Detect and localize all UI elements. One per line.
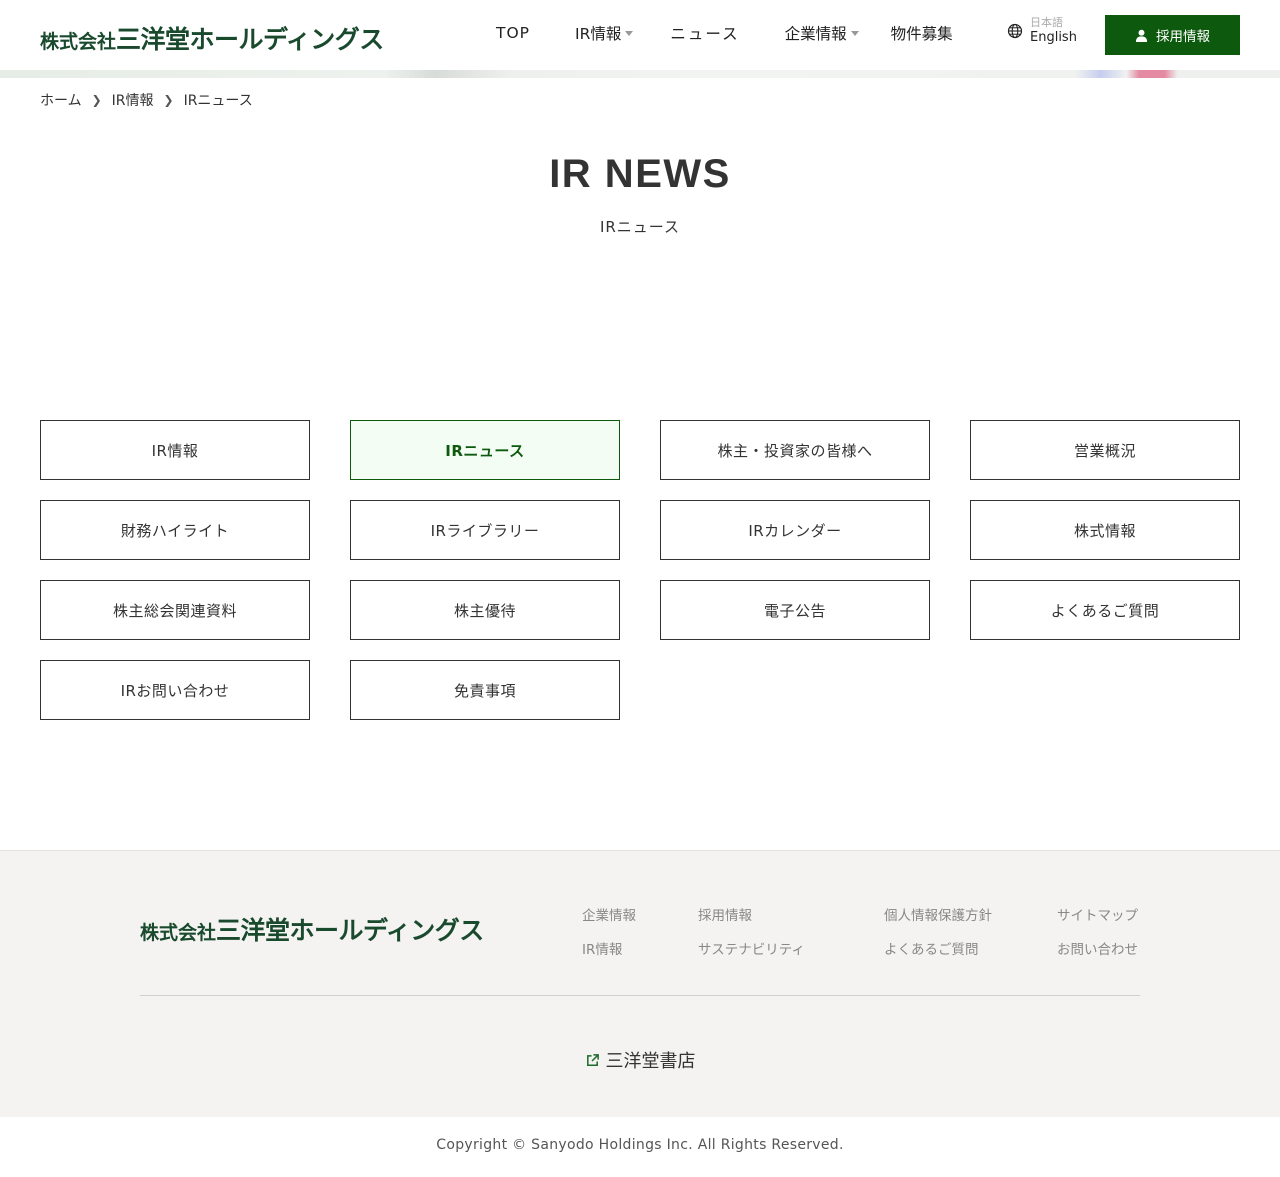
menu-button[interactable]: よくあるご質問 <box>970 580 1240 640</box>
menu-button-label: IRカレンダー <box>748 521 842 540</box>
site-footer: 株式会社 三洋堂ホールディングス 企業情報 IR情報 採用情報 サステナビリティ… <box>0 850 1280 1117</box>
external-link-icon <box>586 1053 599 1066</box>
site-logo[interactable]: 株式会社 三洋堂ホールディングス <box>40 20 384 56</box>
page-title: IR NEWS <box>549 152 731 196</box>
breadcrumb-home[interactable]: ホーム <box>40 90 82 110</box>
menu-button[interactable]: 営業概況 <box>970 420 1240 480</box>
menu-button-label: 株主総会関連資料 <box>112 601 237 620</box>
nav-item-news[interactable]: ニュース <box>670 22 739 44</box>
page-subtitle: IRニュース <box>599 218 681 236</box>
menu-button[interactable]: IR情報 <box>40 420 310 480</box>
nav-label: TOP <box>496 24 531 42</box>
recruit-button[interactable]: 採用情報 <box>1105 15 1240 55</box>
menu-button[interactable]: 財務ハイライト <box>40 500 310 560</box>
menu-button[interactable]: 株主総会関連資料 <box>40 580 310 640</box>
footer-link-faq[interactable]: よくあるご質問 <box>884 938 979 958</box>
breadcrumb: ホーム ❯ IR情報 ❯ IRニュース <box>40 90 253 110</box>
nav-item-ir[interactable]: IR情報 <box>575 22 634 44</box>
footer-logo-big: 三洋堂ホールディングス <box>216 916 484 945</box>
menu-button[interactable]: 株主優待 <box>350 580 620 640</box>
menu-button-label: IRニュース <box>445 441 525 460</box>
globe-icon <box>1007 23 1023 39</box>
recruit-label: 採用情報 <box>1156 29 1210 45</box>
logo-big-text: 三洋堂ホールディングス <box>116 25 384 54</box>
nav-item-top[interactable]: TOP <box>496 24 530 42</box>
breadcrumb-current: IRニュース <box>183 93 253 109</box>
lang-japanese[interactable]: 日本語 <box>1030 16 1077 30</box>
menu-button-label: 株主優待 <box>453 601 516 620</box>
menu-button[interactable]: 免責事項 <box>350 660 620 720</box>
footer-link-company[interactable]: 企業情報 <box>582 904 636 924</box>
logo-small-text: 株式会社 <box>40 31 117 53</box>
ir-menu-grid: IR情報 IRニュース 株主・投資家の皆様へ 営業概況財務ハイライト IRライブラリー I… <box>40 420 1240 720</box>
menu-button-label: 営業概況 <box>1073 441 1136 460</box>
menu-button-label: IR情報 <box>151 441 199 460</box>
nav-label: ニュース <box>670 25 740 43</box>
copyright: Copyright © Sanyodo Holdings Inc. All Ri… <box>436 1137 844 1153</box>
menu-button[interactable]: 株式情報 <box>970 500 1240 560</box>
footer-logo[interactable]: 株式会社 三洋堂ホールディングス <box>140 911 484 947</box>
menu-button-label: IRお問い合わせ <box>120 681 230 700</box>
menu-button[interactable]: IRカレンダー <box>660 500 930 560</box>
site-header: 株式会社 三洋堂ホールディングス TOP IR情報 ニュース 企業情報 物件募集 <box>0 0 1280 78</box>
menu-button-label: 財務ハイライト <box>120 521 230 540</box>
footer-link-recruit[interactable]: 採用情報 <box>698 904 752 924</box>
language-switcher[interactable]: 日本語 English <box>1007 16 1077 46</box>
menu-button[interactable]: IRニュース <box>350 420 620 480</box>
footer-divider <box>140 995 1140 996</box>
menu-button[interactable]: IRライブラリー <box>350 500 620 560</box>
footer-logo-small: 株式会社 <box>140 922 217 944</box>
menu-button[interactable]: 電子公告 <box>660 580 930 640</box>
menu-button-label: よくあるご質問 <box>1050 601 1160 620</box>
header-decoration-strip <box>0 70 1280 78</box>
caret-down-icon <box>850 30 859 36</box>
breadcrumb-ir[interactable]: IR情報 <box>112 90 154 110</box>
nav-label: IR情報 <box>575 25 622 43</box>
menu-button[interactable]: IRお問い合わせ <box>40 660 310 720</box>
caret-down-icon <box>625 30 634 36</box>
nav-item-company[interactable]: 企業情報 <box>785 22 859 44</box>
menu-button-label: 株主・投資家の皆様へ <box>717 441 873 460</box>
footer-link-privacy[interactable]: 個人情報保護方針 <box>884 904 992 924</box>
chevron-right-icon: ❯ <box>163 93 174 107</box>
sister-site-label: 三洋堂書店 <box>605 1051 696 1072</box>
menu-button-label: 免責事項 <box>453 681 516 700</box>
footer-link-sitemap[interactable]: サイトマップ <box>1057 904 1138 924</box>
footer-link-ir[interactable]: IR情報 <box>582 938 622 958</box>
footer-link-sustainability[interactable]: サステナビリティ <box>698 938 805 958</box>
menu-button-label: 電子公告 <box>763 601 826 620</box>
person-icon <box>1135 29 1148 42</box>
chevron-right-icon: ❯ <box>91 93 102 107</box>
nav-label: 物件募集 <box>890 25 953 43</box>
main-nav: TOP IR情報 ニュース 企業情報 物件募集 <box>496 22 953 44</box>
menu-button[interactable]: 株主・投資家の皆様へ <box>660 420 930 480</box>
nav-item-property[interactable]: 物件募集 <box>891 22 953 44</box>
menu-button-label: 株式情報 <box>1073 521 1136 540</box>
sister-site-link[interactable]: 三洋堂書店 <box>0 1047 1280 1073</box>
lang-english[interactable]: English <box>1030 30 1077 46</box>
footer-link-contact[interactable]: お問い合わせ <box>1057 938 1138 958</box>
menu-button-label: IRライブラリー <box>430 521 540 540</box>
nav-label: 企業情報 <box>784 25 847 43</box>
